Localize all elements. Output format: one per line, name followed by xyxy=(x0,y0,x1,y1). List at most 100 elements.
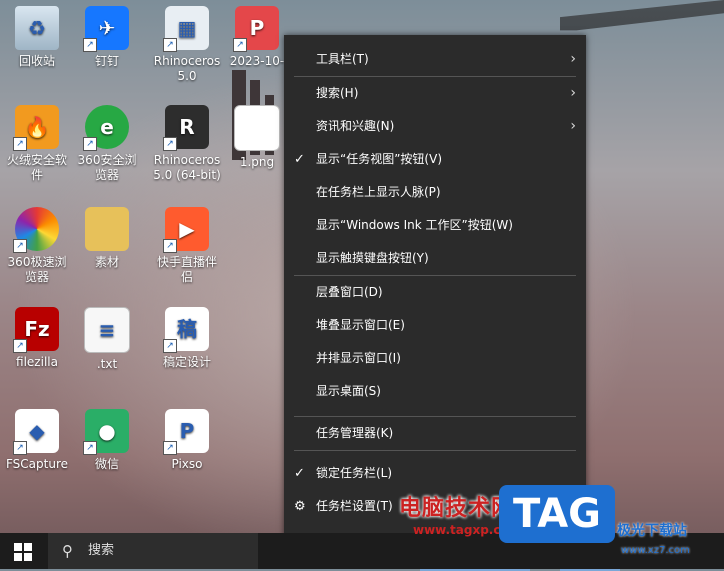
desktop-icon-label: filezilla xyxy=(16,355,58,369)
desktop-icon[interactable]: 稿 ↗ 稿定设计 xyxy=(152,307,222,370)
menu-item-search[interactable]: 搜索(H) › xyxy=(284,77,586,110)
desktop-icon-label: 2023-10- xyxy=(229,54,285,68)
menu-item-label: 搜索(H) xyxy=(316,86,359,100)
desktop-icon-label: 快手直播伴侣 xyxy=(156,255,217,284)
menu-item-side-by-side[interactable]: 并排显示窗口(I) xyxy=(284,342,586,375)
desktop-icon-label: .txt xyxy=(96,357,118,371)
menu-item-label: 显示桌面(S) xyxy=(316,384,381,398)
desktop-icon[interactable]: ↗ 360极速浏览器 xyxy=(2,207,72,285)
chevron-right-icon: › xyxy=(570,51,576,67)
chevron-right-icon: › xyxy=(570,85,576,101)
desktop-icon-label: Rhinoceros 5.0 xyxy=(153,54,221,83)
desktop-icon[interactable]: ▦ ↗ Rhinoceros 5.0 xyxy=(152,6,222,84)
desktop-icon[interactable]: ▶ ↗ 快手直播伴侣 xyxy=(152,207,222,285)
desktop-icon-label: 360极速浏览器 xyxy=(7,255,67,284)
shortcut-arrow-icon: ↗ xyxy=(13,137,27,151)
checkmark-icon: ✓ xyxy=(294,152,305,167)
menu-item-windows-ink[interactable]: 显示“Windows Ink 工作区”按钮(W) xyxy=(284,209,586,242)
shortcut-arrow-icon: ↗ xyxy=(233,38,247,52)
desktop-icon[interactable]: Fz ↗ filezilla xyxy=(2,307,72,370)
menu-item-people[interactable]: 在任务栏上显示人脉(P) xyxy=(284,176,586,209)
fscapture-icon: ◆ ↗ xyxy=(13,409,59,455)
kuaishou-icon: ▶ ↗ xyxy=(163,207,209,253)
search-placeholder: 搜索 xyxy=(88,543,115,558)
shortcut-arrow-icon: ↗ xyxy=(83,441,97,455)
menu-item-touch-keyboard[interactable]: 显示触摸键盘按钮(Y) xyxy=(284,242,586,275)
dingtalk-icon: ✈ ↗ xyxy=(83,6,129,52)
watermark-site2: 极光下载站 xyxy=(617,523,687,539)
shortcut-arrow-icon: ↗ xyxy=(163,339,177,353)
taskbar: ⚲ 搜索 xyxy=(0,533,724,571)
menu-item-label: 在任务栏上显示人脉(P) xyxy=(316,185,441,199)
desktop-icon[interactable]: e ↗ 360安全浏览器 xyxy=(72,105,142,183)
desktop-icon-label: 回收站 xyxy=(18,54,55,68)
icon-glyph xyxy=(235,106,279,150)
desktop-icon[interactable]: 🔥 ↗ 火绒安全软件 xyxy=(2,105,72,183)
shortcut-arrow-icon: ↗ xyxy=(163,239,177,253)
menu-item-stack[interactable]: 堆叠显示窗口(E) xyxy=(284,309,586,342)
desktop-icon-label: 钉钉 xyxy=(94,54,119,68)
wechat-icon: ● ↗ xyxy=(83,409,129,455)
desktop-icon[interactable]: ✈ ↗ 钉钉 xyxy=(72,6,142,69)
desktop-icon-label: 火绒安全软件 xyxy=(6,153,67,182)
icon-glyph: ♻ xyxy=(28,15,46,40)
menu-item-label: 显示触摸键盘按钮(Y) xyxy=(316,251,429,265)
menu-item-task-manager[interactable]: 任务管理器(K) xyxy=(284,417,586,450)
taskbar-context-menu: 工具栏(T) › 搜索(H) › 资讯和兴趣(N) › ✓ 显示“任务视图”按钮(V) … xyxy=(284,35,586,552)
menu-separator xyxy=(294,450,576,451)
watermark-title: 电脑技术网 xyxy=(399,496,515,521)
shortcut-arrow-icon: ↗ xyxy=(13,239,27,253)
shortcut-arrow-icon: ↗ xyxy=(83,137,97,151)
menu-item-label: 锁定任务栏(L) xyxy=(316,466,393,480)
gaoding-icon: 稿 ↗ xyxy=(163,307,209,353)
menu-item-label: 显示“Windows Ink 工作区”按钮(W) xyxy=(316,218,513,232)
shortcut-arrow-icon: ↗ xyxy=(163,38,177,52)
menu-item-label: 显示“任务视图”按钮(V) xyxy=(316,152,443,166)
desktop-icon[interactable]: ♻ 回收站 xyxy=(2,6,72,69)
recycle-bin-icon: ♻ xyxy=(15,6,59,50)
menu-item-toolbars[interactable]: 工具栏(T) › xyxy=(284,43,586,76)
360-speed-browser-icon: ↗ xyxy=(13,207,59,253)
desktop-icon[interactable]: 素材 xyxy=(72,207,142,270)
menu-item-label: 堆叠显示窗口(E) xyxy=(316,318,405,332)
desktop-icon-label: FSCapture xyxy=(5,457,69,471)
desktop-icon-label: 稿定设计 xyxy=(162,355,211,369)
shortcut-arrow-icon: ↗ xyxy=(83,38,97,52)
shortcut-arrow-icon: ↗ xyxy=(163,441,177,455)
rhinoceros-icon: ▦ ↗ xyxy=(163,6,209,52)
desktop-icon[interactable]: 1.png xyxy=(222,105,292,170)
chevron-right-icon: › xyxy=(570,118,576,134)
desktop-icon[interactable]: P ↗ Pixso xyxy=(152,409,222,472)
txt-file-icon: ≡ xyxy=(84,307,130,353)
menu-item-label: 层叠窗口(D) xyxy=(316,285,383,299)
desktop-icon[interactable]: R ↗ Rhinoceros 5.0 (64-bit) xyxy=(152,105,222,183)
desktop-icon[interactable]: ≡ .txt xyxy=(72,307,142,372)
icon-glyph: ≡ xyxy=(98,317,116,342)
menu-item-task-view[interactable]: ✓ 显示“任务视图”按钮(V) xyxy=(284,143,586,176)
desktop-icon-label: 1.png xyxy=(239,155,275,169)
watermark-url2: www.xz7.com xyxy=(621,545,690,556)
icon-glyph xyxy=(85,207,129,251)
gear-icon: ⚙ xyxy=(294,499,306,514)
menu-item-label: 并排显示窗口(I) xyxy=(316,351,401,365)
menu-item-news-interests[interactable]: 资讯和兴趣(N) › xyxy=(284,110,586,143)
windows-start-icon[interactable] xyxy=(14,543,32,561)
png-file-icon xyxy=(234,105,280,151)
shortcut-arrow-icon: ↗ xyxy=(163,137,177,151)
desktop-icon[interactable]: P ↗ 2023-10- xyxy=(222,6,292,69)
menu-item-cascade[interactable]: 层叠窗口(D) xyxy=(284,276,586,309)
taskbar-search-box[interactable]: ⚲ 搜索 xyxy=(48,533,258,569)
desktop-icon[interactable]: ● ↗ 微信 xyxy=(72,409,142,472)
desktop-icon-label: 素材 xyxy=(94,255,119,269)
search-icon: ⚲ xyxy=(62,542,73,560)
menu-item-label: 资讯和兴趣(N) xyxy=(316,119,395,133)
rhinoceros-64-icon: R ↗ xyxy=(163,105,209,151)
watermark-tag-logo: TAG xyxy=(499,485,615,543)
menu-item-label: 任务栏设置(T) xyxy=(316,499,393,513)
shortcut-arrow-icon: ↗ xyxy=(13,441,27,455)
desktop-icon-label: 微信 xyxy=(94,457,119,471)
menu-item-label: 工具栏(T) xyxy=(316,52,369,66)
desktop-icon[interactable]: ◆ ↗ FSCapture xyxy=(2,409,72,472)
menu-item-show-desktop[interactable]: 显示桌面(S) xyxy=(284,375,586,408)
filezilla-icon: Fz ↗ xyxy=(13,307,59,353)
